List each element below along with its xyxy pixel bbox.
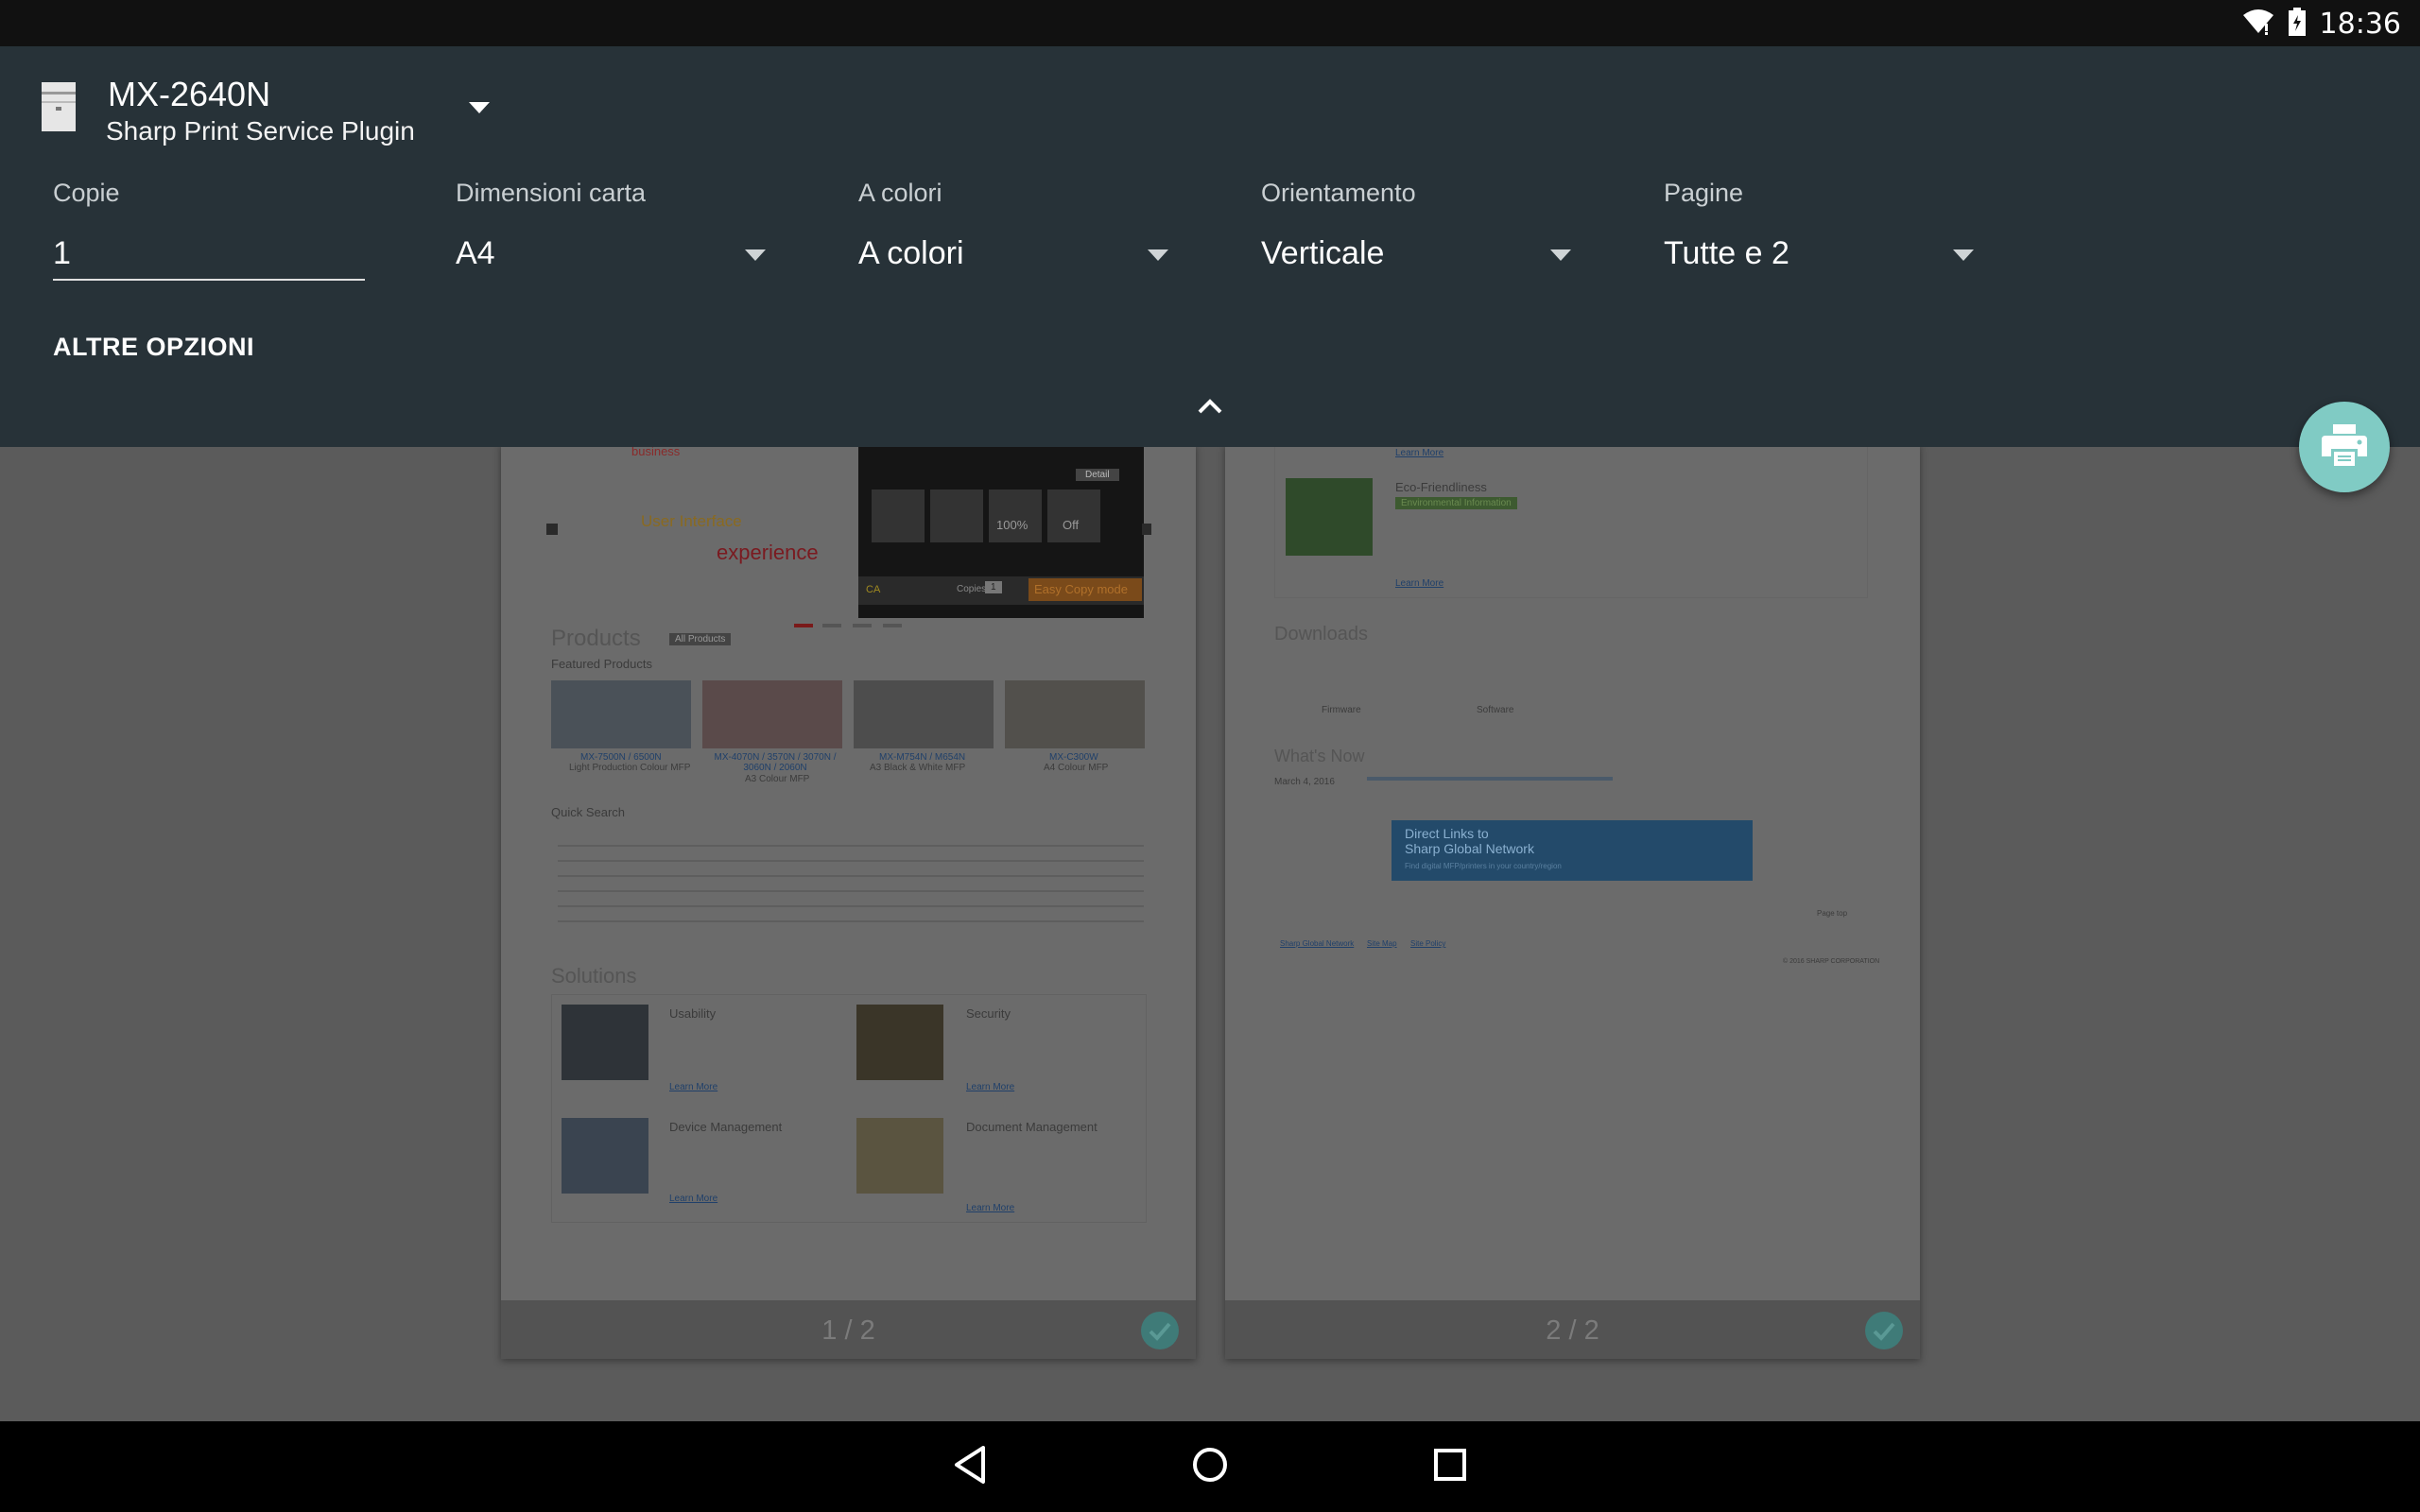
recents-icon[interactable] [1431, 1444, 1469, 1490]
page-preview-2[interactable]: Learn More Eco-Friendliness Environmenta… [1225, 444, 1920, 1359]
color-select[interactable]: A colori [858, 235, 964, 272]
product-image-2 [702, 680, 842, 748]
page-2-footer: 2 / 2 [1225, 1300, 1920, 1359]
printer-dropdown-icon[interactable] [469, 101, 490, 118]
whats-new-heading: What's Now [1274, 747, 1365, 765]
back-icon[interactable] [951, 1444, 989, 1490]
carousel-prev-icon [546, 524, 558, 535]
direct-links-banner: Direct Links to Sharp Global Network Fin… [1392, 820, 1753, 881]
all-products-button: All Products [669, 633, 732, 645]
navigation-bar [0, 1421, 2420, 1512]
page-2-content: Learn More Eco-Friendliness Environmenta… [1225, 444, 1920, 1300]
paper-size-label: Dimensioni carta [456, 179, 647, 207]
product-image-4 [1005, 680, 1145, 748]
clock: 18:36 [2319, 8, 2401, 41]
pages-select[interactable]: Tutte e 2 [1664, 235, 1789, 272]
status-bar: 18:36 [0, 0, 2420, 46]
product-image-3 [854, 680, 994, 748]
page-1-footer: 1 / 2 [501, 1300, 1196, 1359]
home-icon[interactable] [1191, 1444, 1229, 1490]
solutions-grid: Usability Learn More Security Learn More… [551, 994, 1147, 1223]
orientation-chevron-down-icon[interactable] [1550, 249, 1571, 266]
color-label: A colori [858, 179, 942, 207]
collapse-chevron-up-icon[interactable] [1197, 398, 1223, 420]
printer-name[interactable]: MX-2640N [108, 75, 270, 114]
paper-size-select[interactable]: A4 [456, 235, 495, 272]
orientation-label: Orientamento [1261, 179, 1416, 207]
paper-size-chevron-down-icon[interactable] [745, 249, 766, 266]
copies-label: Copie [53, 179, 120, 207]
eco-heading: Eco-Friendliness [1395, 480, 1487, 494]
pages-label: Pagine [1664, 179, 1744, 207]
page-1-number: 1 / 2 [821, 1315, 875, 1346]
featured-heading: Featured Products [551, 657, 652, 671]
page-1-content: business User Interface experience Detai… [501, 444, 1196, 1300]
products-heading: Products [551, 626, 641, 651]
printer-service: Sharp Print Service Plugin [106, 116, 415, 146]
pages-chevron-down-icon[interactable] [1953, 249, 1974, 266]
ui-screenshot: Detail 100% Off CA Copies 1 Easy Copy mo… [858, 444, 1144, 618]
color-chevron-down-icon[interactable] [1148, 249, 1168, 266]
page-preview-1[interactable]: business User Interface experience Detai… [501, 444, 1196, 1359]
copies-underline [53, 279, 365, 281]
downloads-heading: Downloads [1274, 624, 1368, 644]
print-icon [2322, 423, 2367, 471]
page-2-number: 2 / 2 [1546, 1315, 1599, 1346]
printer-icon [42, 82, 76, 136]
more-options-button[interactable]: ALTRE OPZIONI [53, 333, 254, 362]
orientation-select[interactable]: Verticale [1261, 235, 1384, 272]
battery-charging-icon [2288, 8, 2307, 41]
print-options-panel: MX-2640N Sharp Print Service Plugin Copi… [0, 46, 2420, 447]
quick-search-heading: Quick Search [551, 805, 626, 819]
print-button[interactable] [2299, 402, 2390, 492]
page-1-selected-check-icon[interactable] [1141, 1312, 1179, 1354]
carousel-next-icon [1142, 524, 1151, 535]
wifi-icon [2242, 9, 2274, 40]
quick-search-grid [558, 832, 1144, 936]
eco-image [1286, 478, 1373, 556]
page-2-selected-check-icon[interactable] [1865, 1312, 1903, 1354]
experience-text: experience [717, 541, 819, 564]
copies-input[interactable]: 1 [53, 235, 71, 272]
ui-text: User Interface [641, 512, 742, 530]
product-image-1 [551, 680, 691, 748]
solutions-heading: Solutions [551, 964, 637, 988]
